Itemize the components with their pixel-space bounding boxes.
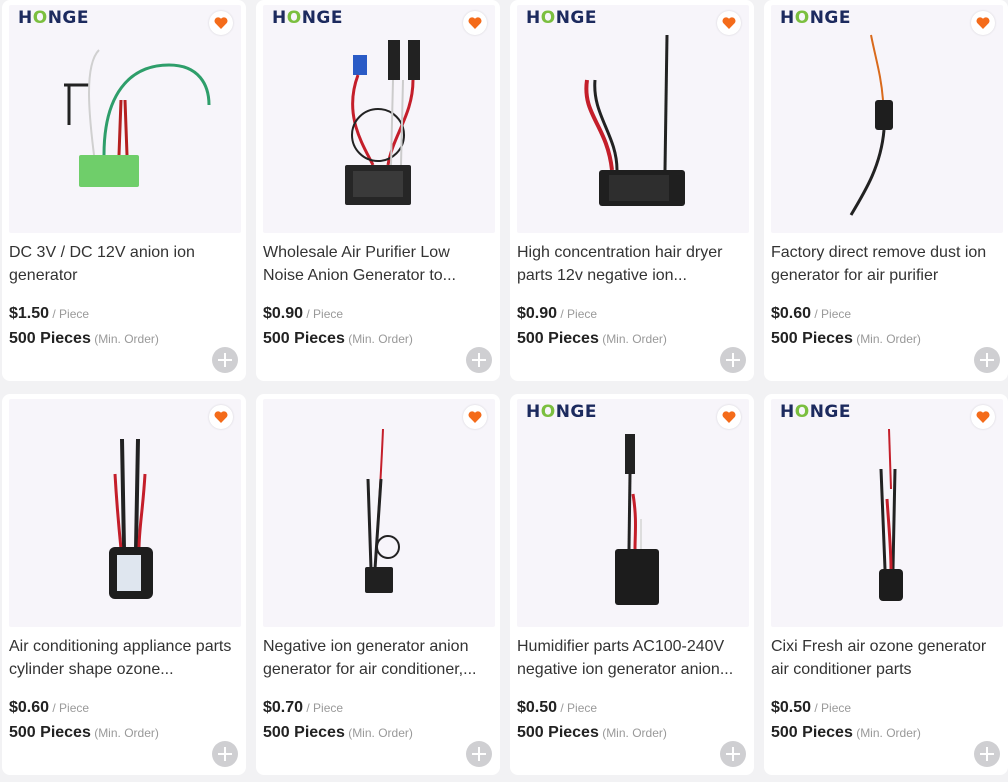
product-title[interactable]: Humidifier parts AC100-240V negative ion…: [517, 635, 743, 681]
product-image[interactable]: HONGE: [771, 5, 1003, 233]
product-price: $0.60: [771, 305, 812, 322]
add-to-compare-button[interactable]: [974, 347, 1000, 373]
price-row: $0.90 / Piece: [517, 305, 598, 322]
heart-icon: [722, 17, 736, 29]
price-row: $0.70 / Piece: [263, 699, 344, 716]
favorite-button[interactable]: [463, 405, 487, 429]
min-order-quantity: 500 Pieces: [517, 330, 599, 347]
min-order-row: 500 Pieces (Min. Order): [771, 330, 921, 347]
add-to-compare-button[interactable]: [466, 741, 492, 767]
product-title[interactable]: Factory direct remove dust ion generator…: [771, 241, 997, 287]
product-price: $0.70: [263, 699, 304, 716]
product-title[interactable]: Cixi Fresh air ozone generator air condi…: [771, 635, 997, 681]
add-to-compare-button[interactable]: [212, 741, 238, 767]
favorite-button[interactable]: [717, 405, 741, 429]
product-card[interactable]: HONGE DC 3V / DC 12V anion ion generator…: [2, 0, 246, 381]
product-grid: HONGE DC 3V / DC 12V anion ion generator…: [0, 0, 1008, 782]
product-card[interactable]: Air conditioning appliance parts cylinde…: [2, 394, 246, 775]
product-title[interactable]: High concentration hair dryer parts 12v …: [517, 241, 743, 287]
price-row: $0.60 / Piece: [771, 305, 852, 322]
heart-icon: [976, 17, 990, 29]
product-title[interactable]: DC 3V / DC 12V anion ion generator: [9, 241, 235, 287]
min-order-row: 500 Pieces (Min. Order): [263, 330, 413, 347]
min-order-row: 500 Pieces (Min. Order): [517, 724, 667, 741]
heart-icon: [976, 411, 990, 423]
min-order-row: 500 Pieces (Min. Order): [517, 330, 667, 347]
min-order-quantity: 500 Pieces: [263, 330, 345, 347]
product-price: $0.50: [517, 699, 558, 716]
product-card[interactable]: HONGE High concentration hair dryer part…: [510, 0, 754, 381]
brand-logo: HONGE: [780, 8, 851, 28]
price-row: $0.50 / Piece: [771, 699, 852, 716]
brand-logo: HONGE: [526, 8, 597, 28]
product-image[interactable]: HONGE: [263, 5, 495, 233]
product-price: $0.50: [771, 699, 812, 716]
product-title[interactable]: Negative ion generator anion generator f…: [263, 635, 489, 681]
product-card[interactable]: HONGE Factory direct remove dust ion gen…: [764, 0, 1008, 381]
product-image[interactable]: HONGE: [771, 399, 1003, 627]
heart-icon: [214, 411, 228, 423]
price-row: $0.90 / Piece: [263, 305, 344, 322]
product-image[interactable]: [263, 399, 495, 627]
add-to-compare-button[interactable]: [466, 347, 492, 373]
brand-logo: HONGE: [526, 402, 597, 422]
brand-logo: HONGE: [780, 402, 851, 422]
product-image[interactable]: HONGE: [9, 5, 241, 233]
product-price: $0.90: [517, 305, 558, 322]
favorite-button[interactable]: [971, 405, 995, 429]
price-row: $1.50 / Piece: [9, 305, 90, 322]
heart-icon: [214, 17, 228, 29]
brand-logo: HONGE: [272, 8, 343, 28]
brand-logo: HONGE: [18, 8, 89, 28]
favorite-button[interactable]: [209, 405, 233, 429]
min-order-quantity: 500 Pieces: [771, 724, 853, 741]
product-card[interactable]: HONGE Cixi Fresh air ozone generator air…: [764, 394, 1008, 775]
product-price: $1.50: [9, 305, 50, 322]
add-to-compare-button[interactable]: [720, 347, 746, 373]
product-image[interactable]: HONGE: [517, 5, 749, 233]
product-image[interactable]: HONGE: [517, 399, 749, 627]
product-price: $0.60: [9, 699, 50, 716]
min-order-quantity: 500 Pieces: [771, 330, 853, 347]
favorite-button[interactable]: [209, 11, 233, 35]
min-order-quantity: 500 Pieces: [9, 724, 91, 741]
product-card[interactable]: HONGE Humidifier parts AC100-240V negati…: [510, 394, 754, 775]
heart-icon: [468, 411, 482, 423]
heart-icon: [468, 17, 482, 29]
min-order-row: 500 Pieces (Min. Order): [9, 724, 159, 741]
min-order-quantity: 500 Pieces: [517, 724, 599, 741]
min-order-quantity: 500 Pieces: [263, 724, 345, 741]
product-card[interactable]: Negative ion generator anion generator f…: [256, 394, 500, 775]
product-price: $0.90: [263, 305, 304, 322]
favorite-button[interactable]: [463, 11, 487, 35]
product-image[interactable]: [9, 399, 241, 627]
add-to-compare-button[interactable]: [720, 741, 746, 767]
product-card[interactable]: HONGE Wholesale Air Purifier Low Noise A…: [256, 0, 500, 381]
favorite-button[interactable]: [717, 11, 741, 35]
add-to-compare-button[interactable]: [974, 741, 1000, 767]
min-order-row: 500 Pieces (Min. Order): [771, 724, 921, 741]
min-order-quantity: 500 Pieces: [9, 330, 91, 347]
product-title[interactable]: Air conditioning appliance parts cylinde…: [9, 635, 235, 681]
price-row: $0.60 / Piece: [9, 699, 90, 716]
min-order-row: 500 Pieces (Min. Order): [263, 724, 413, 741]
price-row: $0.50 / Piece: [517, 699, 598, 716]
favorite-button[interactable]: [971, 11, 995, 35]
min-order-row: 500 Pieces (Min. Order): [9, 330, 159, 347]
heart-icon: [722, 411, 736, 423]
add-to-compare-button[interactable]: [212, 347, 238, 373]
product-title[interactable]: Wholesale Air Purifier Low Noise Anion G…: [263, 241, 489, 287]
